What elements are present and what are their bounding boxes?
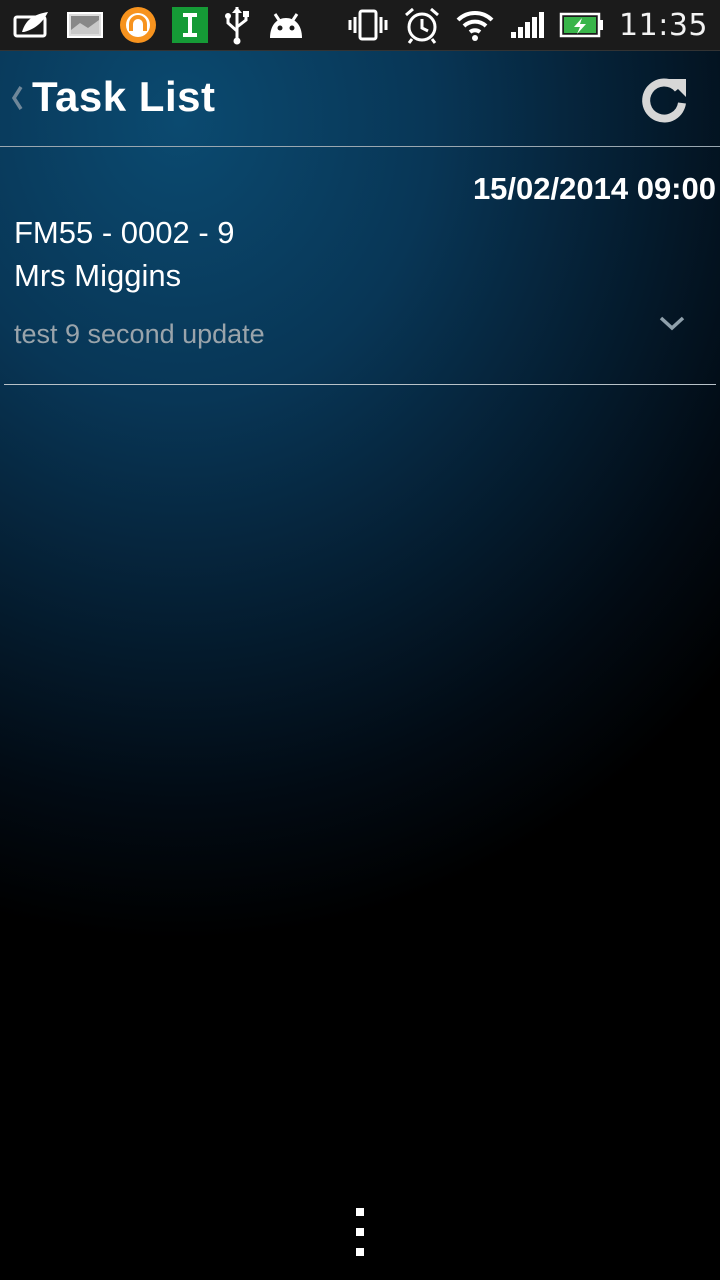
task-list-item[interactable]: 15/02/2014 09:00 FM55 - 0002 - 9 Mrs Mig… xyxy=(4,147,716,385)
green-i-app-icon xyxy=(172,5,208,45)
vibrate-icon xyxy=(347,5,389,45)
usb-icon xyxy=(222,5,252,45)
evernote-icon xyxy=(12,5,52,45)
chevron-down-icon[interactable] xyxy=(658,313,686,333)
wifi-icon xyxy=(455,5,495,45)
refresh-button[interactable] xyxy=(638,73,692,127)
orange-app-icon xyxy=(118,5,158,45)
task-datetime: 15/02/2014 09:00 xyxy=(472,171,716,206)
overflow-dot xyxy=(356,1208,364,1216)
screen: 11:35 Task List 15/02/2014 09:00 FM55 - … xyxy=(0,0,720,1280)
task-customer-name: Mrs Miggins xyxy=(14,258,182,293)
status-bar-notifications xyxy=(12,0,306,50)
task-note: test 9 second update xyxy=(14,319,265,349)
image-notification-icon xyxy=(66,5,104,45)
alarm-icon xyxy=(403,5,441,45)
app-header: Task List xyxy=(0,51,720,147)
page-title: Task List xyxy=(32,73,216,120)
chevron-left-icon[interactable] xyxy=(8,81,26,115)
overflow-dot xyxy=(356,1248,364,1256)
android-debug-icon xyxy=(266,5,306,45)
signal-icon xyxy=(509,5,545,45)
overflow-menu-icon[interactable] xyxy=(348,1208,372,1256)
task-reference: FM55 - 0002 - 9 xyxy=(14,215,235,250)
battery-charging-icon xyxy=(559,5,605,45)
status-time: 11:35 xyxy=(619,7,708,43)
status-bar: 11:35 xyxy=(0,0,720,51)
refresh-icon xyxy=(642,78,686,123)
status-bar-system: 11:35 xyxy=(347,0,708,50)
overflow-dot xyxy=(356,1228,364,1236)
